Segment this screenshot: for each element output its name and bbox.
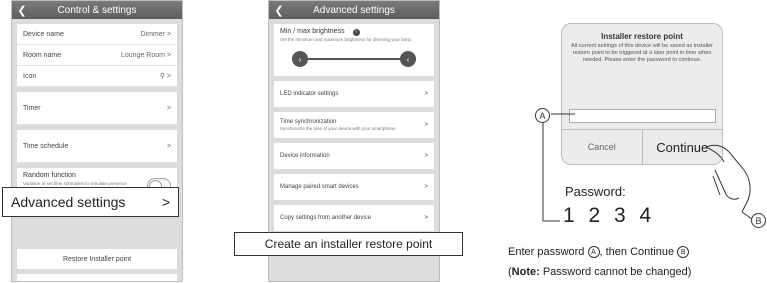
badge-a-inline: A [587,246,600,259]
badge-b-inline: B [677,246,690,259]
badge-a: A [535,108,550,123]
password-label: Password: [565,184,626,199]
instruction-caption: Enter password A, then Continue B [508,246,690,259]
note-caption: (Note: Password cannot be changed) [508,266,692,278]
annotation-lines [542,113,753,222]
hand-icon [705,144,751,213]
badge-b: B [751,213,766,228]
password-value: 1 2 3 4 [563,204,656,227]
